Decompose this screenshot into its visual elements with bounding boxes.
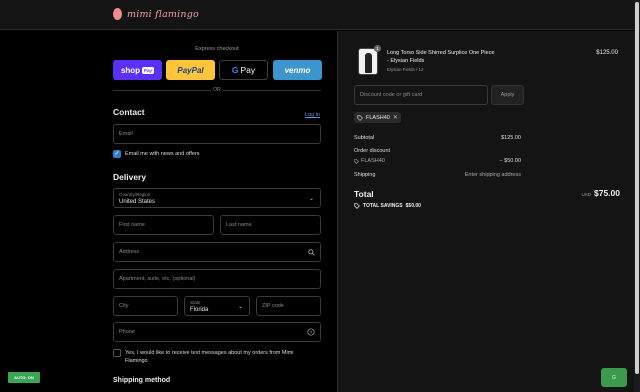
- google-icon: G: [231, 65, 239, 75]
- checkout-form: Express checkout shop Pay PayPal G Pay v…: [0, 31, 337, 392]
- chevron-down-icon: ⌄: [308, 196, 314, 202]
- shipping-row: Shipping Enter shipping address: [354, 172, 521, 178]
- corner-action-button[interactable]: G: [601, 368, 627, 387]
- scrollbar[interactable]: [634, 0, 640, 392]
- delivery-heading: Delivery: [113, 172, 147, 182]
- shop-pay-button[interactable]: shop Pay: [113, 60, 162, 80]
- product-price: $125.00: [596, 50, 618, 56]
- last-name-field[interactable]: Last name: [220, 215, 321, 235]
- sms-optin-row[interactable]: Yes, I would like to receive text messag…: [113, 349, 313, 365]
- brand-logo[interactable]: mimi flamingo: [113, 8, 199, 20]
- svg-text:?: ?: [310, 330, 313, 336]
- product-variant: Elysian Fields / 12: [387, 67, 424, 72]
- applied-discount-chip: FLASH40 ✕: [354, 112, 401, 123]
- remove-discount-icon[interactable]: ✕: [393, 114, 398, 121]
- subtotal-row: Subtotal $125.00: [354, 135, 521, 141]
- search-icon: [308, 249, 315, 256]
- or-separator: OR: [211, 87, 223, 93]
- product-image: [358, 48, 378, 75]
- tag-icon: [354, 203, 360, 209]
- email-news-checkbox[interactable]: ✓: [113, 150, 121, 158]
- scrollbar-thumb[interactable]: [635, 2, 639, 374]
- quantity-badge: 1: [374, 45, 381, 52]
- apartment-field[interactable]: Apartment, suite, etc. (optional): [113, 269, 321, 289]
- phone-field[interactable]: Phone ?: [113, 322, 321, 342]
- order-summary: 1 Long Torso Side Shirred Surplice One P…: [337, 31, 634, 392]
- first-name-field[interactable]: First name: [113, 215, 214, 235]
- zip-field[interactable]: ZIP code: [256, 296, 321, 316]
- flamingo-icon: [113, 8, 122, 20]
- tag-icon: [354, 158, 359, 164]
- google-pay-button[interactable]: G Pay: [219, 60, 268, 80]
- chevron-down-icon: ⌄: [237, 304, 243, 310]
- city-field[interactable]: City: [113, 296, 178, 316]
- help-icon[interactable]: ?: [307, 328, 315, 336]
- discount-row: FLASH40 − $50.00: [354, 158, 521, 166]
- total-value: USD $75.00: [581, 188, 620, 198]
- apply-discount-button[interactable]: Apply: [491, 85, 524, 105]
- shipping-method-heading: Shipping method: [113, 377, 171, 384]
- auto-toggle-button[interactable]: AUTO: ON: [8, 372, 40, 383]
- state-select[interactable]: State Florida ⌄: [184, 296, 250, 316]
- paypal-button[interactable]: PayPal: [166, 60, 215, 80]
- product-name: Long Torso Side Shirred Surplice One Pie…: [387, 50, 495, 64]
- brand-name: mimi flamingo: [127, 8, 199, 20]
- country-select[interactable]: Country/Region United States ⌄: [113, 188, 321, 208]
- venmo-button[interactable]: venmo: [273, 60, 322, 80]
- header: mimi flamingo: [0, 0, 640, 30]
- sms-optin-checkbox[interactable]: [113, 349, 121, 357]
- contact-heading: Contact: [113, 107, 145, 117]
- email-field[interactable]: Email: [113, 124, 321, 144]
- express-checkout-title: Express checkout: [195, 46, 239, 52]
- order-discount-label: Order discount: [354, 148, 391, 154]
- total-savings: TOTAL SAVINGS $50.00: [354, 203, 421, 209]
- email-news-row[interactable]: ✓ Email me with news and offers: [113, 150, 200, 158]
- login-link[interactable]: Log in: [305, 112, 320, 118]
- address-field[interactable]: Address: [113, 242, 321, 262]
- discount-code-input[interactable]: Discount code or gift card: [354, 85, 488, 105]
- tag-icon: [357, 114, 363, 121]
- total-label: Total: [354, 189, 374, 199]
